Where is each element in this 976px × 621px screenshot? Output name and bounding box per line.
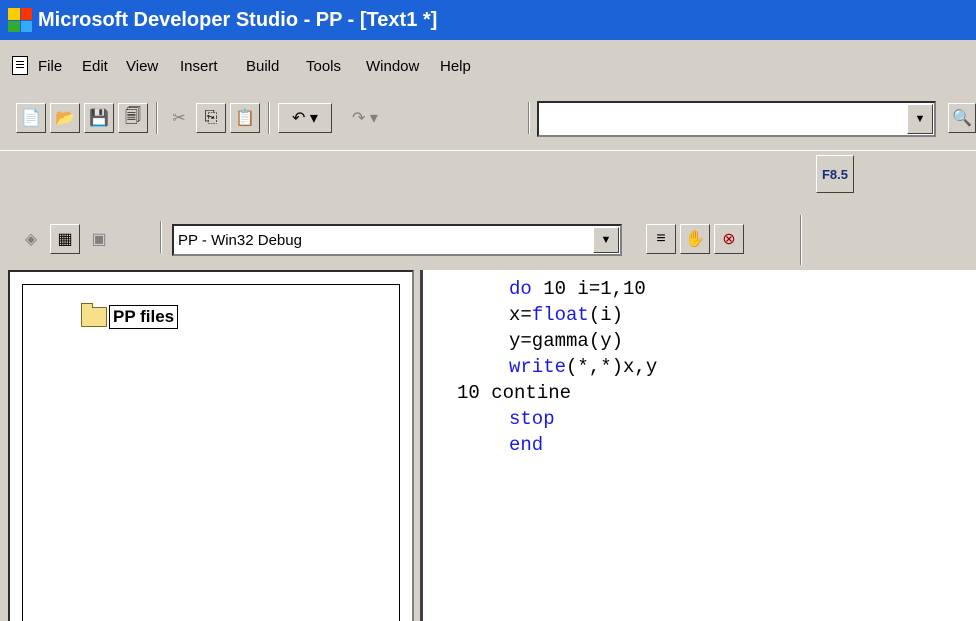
new-text-file-icon: 📄: [21, 110, 41, 127]
find-in-files-button[interactable]: 🔍: [948, 103, 976, 133]
redo-icon: ↷ ▾: [352, 110, 378, 127]
project-label: PP files: [109, 305, 179, 329]
toolbar-separator: [160, 221, 162, 253]
compile-button[interactable]: ◈: [16, 224, 46, 254]
save-icon: 💾: [89, 110, 109, 127]
cut-button[interactable]: ✂: [164, 103, 194, 133]
binoculars-icon: 🔍: [952, 110, 972, 127]
file-view: PP files: [22, 284, 400, 621]
menu-window[interactable]: Window: [366, 58, 419, 75]
cut-icon: ✂: [172, 110, 186, 127]
find-combo[interactable]: ▼: [537, 101, 936, 137]
copy-icon: ⎘: [204, 109, 218, 126]
code-line: stop: [509, 408, 555, 430]
paste-button[interactable]: 📋: [230, 103, 260, 133]
stop-build-icon: ▣: [91, 231, 107, 248]
open-button[interactable]: 📂: [50, 103, 80, 133]
document-icon[interactable]: [12, 56, 28, 75]
build-config-value: PP - Win32 Debug: [178, 232, 302, 249]
developer-studio-logo-icon: [8, 8, 32, 32]
find-combo-dropdown[interactable]: ▼: [907, 104, 933, 134]
undo-button[interactable]: ↶ ▾: [278, 103, 332, 133]
go-to-line-icon: ≡: [656, 230, 666, 247]
menu-edit[interactable]: Edit: [82, 58, 108, 75]
breakpoint-button[interactable]: ✋: [680, 224, 710, 254]
undo-icon: ↶ ▾: [292, 110, 318, 127]
toolbar-separator: [800, 215, 802, 265]
toolbar-separator: [528, 102, 530, 134]
chevron-down-icon: ▼: [600, 234, 612, 246]
build-button[interactable]: ▦: [50, 224, 80, 254]
save-button[interactable]: 💾: [84, 103, 114, 133]
tree-item-pp-files[interactable]: PP files: [81, 303, 179, 329]
remove-breakpoints-button[interactable]: ⊗: [714, 224, 744, 254]
menu-tools[interactable]: Tools: [306, 58, 341, 75]
redo-button[interactable]: ↷ ▾: [338, 103, 392, 133]
code-line: 10 contine: [457, 382, 572, 404]
build-config-combo[interactable]: PP - Win32 Debug ▼: [172, 224, 622, 256]
title-bar[interactable]: Microsoft Developer Studio - PP - [Text1…: [0, 0, 976, 40]
save-all-button[interactable]: 🗐: [118, 103, 148, 133]
menu-bar: File Edit View Insert Build Tools Window…: [0, 50, 976, 80]
new-text-file-button[interactable]: 📄: [16, 103, 46, 133]
menu-view[interactable]: View: [126, 58, 158, 75]
open-icon: 📂: [55, 110, 75, 127]
menu-help[interactable]: Help: [440, 58, 471, 75]
build-icon: ▦: [57, 231, 73, 248]
workspace-panel: PP files: [8, 270, 414, 621]
copy-button[interactable]: ⎘: [196, 103, 226, 133]
paste-icon: 📋: [235, 110, 255, 127]
f8-button[interactable]: F8.5: [816, 155, 854, 193]
menu-insert[interactable]: Insert: [180, 58, 218, 75]
folder-icon: [81, 303, 107, 327]
build-config-dropdown[interactable]: ▼: [593, 227, 619, 253]
menu-file[interactable]: File: [38, 58, 62, 75]
go-to-line-button[interactable]: ≡: [646, 224, 676, 254]
compile-icon: ◈: [24, 231, 38, 248]
save-all-icon: 🗐: [125, 107, 141, 125]
toolbar-separator: [268, 102, 270, 134]
code-line: end: [509, 434, 544, 456]
statement-label: 10: [457, 382, 480, 404]
code-line: y=gamma(y): [509, 330, 624, 352]
source-editor[interactable]: do 10 i=1,10 x=float(i) y=gamma(y) write(*,…: [420, 270, 976, 621]
remove-breakpoints-icon: ⊗: [722, 231, 736, 248]
code-line: x=float(i): [509, 304, 624, 326]
window-title: Microsoft Developer Studio - PP - [Text1…: [38, 9, 438, 31]
breakpoint-hand-icon: ✋: [685, 231, 705, 248]
code-line: write(*,*)x,y: [509, 356, 658, 378]
toolbar-separator: [156, 102, 158, 134]
chevron-down-icon: ▼: [914, 113, 926, 125]
code-line: do 10 i=1,10: [509, 278, 646, 300]
stop-build-button[interactable]: ▣: [84, 224, 114, 254]
code-area[interactable]: do 10 i=1,10 x=float(i) y=gamma(y) write(*,…: [457, 276, 658, 458]
menu-build[interactable]: Build: [246, 58, 279, 75]
